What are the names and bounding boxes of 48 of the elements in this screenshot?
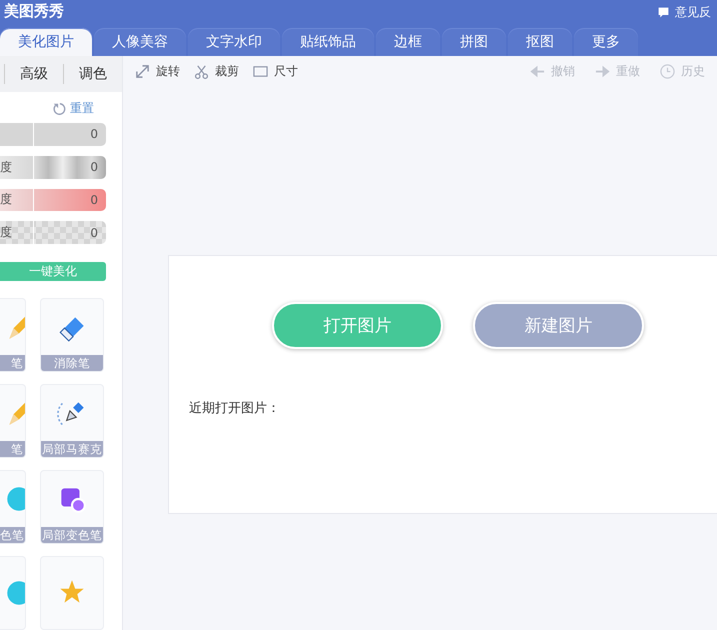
reset-button[interactable]: 重置 — [70, 100, 94, 117]
tool-label: 局部变色笔 — [41, 527, 103, 543]
tool-tile[interactable]: 笔 — [0, 384, 26, 458]
toolbar-button[interactable]: 裁剪 — [194, 56, 239, 86]
app-title: 美图秀秀 — [4, 2, 64, 21]
slider-value: 0 — [90, 127, 98, 142]
slider-value: 0 — [90, 226, 98, 240]
tool-label: 局部马赛克 — [41, 441, 103, 457]
tool-tile[interactable] — [40, 556, 104, 630]
tool-tile[interactable]: 局部变色笔 — [40, 470, 104, 544]
tab[interactable]: 更多 — [574, 28, 638, 56]
left-arrow-icon — [530, 64, 545, 78]
tool-label: 色笔 — [0, 527, 25, 543]
slider-label: 度 — [0, 191, 12, 208]
resize-arrow-icon — [135, 64, 150, 78]
tool-tile[interactable]: 色笔 — [0, 470, 26, 544]
tool-label: 消除笔 — [41, 355, 103, 371]
tool-tile[interactable]: 消除笔 — [40, 298, 104, 372]
tool-label: 笔 — [0, 441, 25, 457]
slider-value: 0 — [90, 192, 98, 207]
reset-icon — [52, 102, 66, 116]
clock-icon — [660, 64, 675, 78]
recent-label: 近期打开图片： — [189, 400, 281, 417]
feedback-link[interactable]: 意见反 — [675, 4, 711, 21]
right-arrow-icon — [595, 64, 610, 78]
toolbar-button[interactable]: 尺寸 — [253, 56, 298, 86]
new-image-button[interactable]: 新建图片 — [473, 302, 644, 349]
slider-label: 度 — [0, 158, 12, 176]
tool-tile[interactable]: 局部马赛克 — [40, 384, 104, 458]
tab[interactable]: 文字水印 — [188, 28, 280, 56]
toolbar-button[interactable]: 旋转 — [135, 56, 180, 86]
tool-tile[interactable] — [0, 556, 26, 630]
tab[interactable]: 抠图 — [508, 28, 572, 56]
adjust-slider[interactable]: 度 0 — [0, 221, 106, 244]
chat-icon — [657, 6, 670, 19]
tab[interactable]: 拼图 — [442, 28, 506, 56]
slider-value: 0 — [90, 160, 98, 174]
tool-label: 笔 — [0, 355, 25, 371]
tab[interactable]: 美化图片 — [0, 28, 92, 56]
frame-icon — [253, 64, 268, 78]
adjust-slider[interactable]: 0 — [0, 123, 106, 146]
open-image-button[interactable]: 打开图片 — [272, 302, 443, 349]
slider-label: 度 — [0, 224, 12, 242]
tab[interactable]: 人像美容 — [94, 28, 186, 56]
scissors-icon — [194, 64, 209, 78]
tab[interactable]: 边框 — [376, 28, 440, 56]
tool-tile[interactable]: 笔 — [0, 298, 26, 372]
tab[interactable]: 贴纸饰品 — [282, 28, 374, 56]
